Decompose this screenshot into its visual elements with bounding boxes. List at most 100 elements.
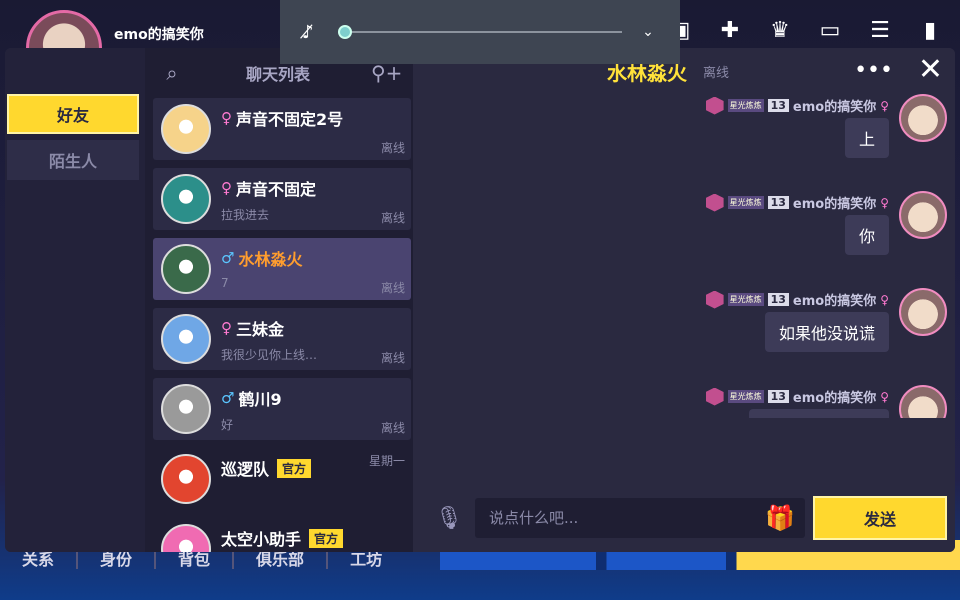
crest-icon — [705, 96, 724, 115]
friend-name-row: ♀ 声音不固定 — [221, 176, 411, 200]
message-bubble[interactable]: 你 — [844, 215, 889, 255]
friend-row[interactable]: ♂ 鹤川9 好 离线 — [153, 378, 411, 440]
sender-avatar[interactable] — [899, 385, 947, 418]
friend-name: 声音不固定 — [236, 180, 317, 199]
media-volume-bar: ♪̸ ⌄ — [280, 0, 680, 64]
official-badge: 官方 — [309, 528, 344, 548]
friend-last-message: 好 — [221, 418, 234, 432]
level-badge: 13 — [767, 390, 789, 403]
title-badge: 星光炼炼 — [727, 196, 764, 209]
friend-time: 星期一 — [368, 454, 405, 468]
message-bubble[interactable] — [749, 409, 889, 418]
add-friend-icon[interactable]: ⚲+ — [371, 61, 402, 85]
chat-message: 星光炼炼 13 emo的搞笑你 ♀ 上 — [687, 94, 947, 184]
friend-row[interactable]: 太空小助手 官方 — [153, 518, 411, 552]
gender-icon: ♀ — [880, 389, 889, 404]
chat-list: ⌕ 聊天列表 ⚲+ ♀ 声音不固定2号 离线 ♀ 声音不固定 拉我进去 离线 ♂ 水林淼火 7 离线… — [145, 48, 413, 552]
nav-club[interactable]: 俱乐部 — [234, 551, 329, 569]
friend-avatar[interactable] — [161, 244, 211, 294]
message-bubble[interactable]: 上 — [844, 118, 889, 158]
microphone-icon[interactable]: 🎙 — [429, 506, 469, 531]
volume-slider[interactable] — [338, 25, 622, 39]
sender-name: emo的搞笑你 — [792, 391, 877, 406]
gender-icon: ♂ — [221, 389, 235, 407]
sender-avatar[interactable] — [899, 191, 947, 239]
add-user-icon[interactable]: ✚ — [714, 14, 746, 46]
friend-avatar[interactable] — [161, 384, 211, 434]
nav-relationship[interactable]: 关系 — [0, 551, 79, 569]
friend-name: 太空小助手 — [221, 530, 302, 549]
crest-icon — [705, 290, 724, 309]
crest-icon — [705, 193, 724, 212]
title-badge: 星光炼炼 — [727, 99, 764, 112]
sender-meta: 星光炼炼 13 emo的搞笑你 ♀ — [705, 193, 889, 212]
sender-avatar[interactable] — [899, 94, 947, 142]
rank-icon[interactable]: ♛ — [764, 14, 796, 46]
friend-name: 巡逻队 — [221, 460, 270, 479]
friend-name: 鹤川9 — [238, 390, 282, 409]
conversation: 水林淼火 离线 ••• ✕ 星光炼炼 13 emo的搞笑你 ♀ 上星光炼炼 13 emo的搞… — [413, 48, 955, 552]
nav-identity[interactable]: 身份 — [78, 551, 157, 569]
level-badge: 13 — [767, 196, 789, 209]
gift-icon[interactable]: 🎁 — [763, 504, 797, 532]
gender-icon: ♀ — [880, 195, 889, 210]
sender-name: emo的搞笑你 — [792, 100, 877, 115]
friend-last-message: 拉我进去 — [221, 208, 270, 222]
official-badge: 官方 — [277, 458, 312, 478]
conversation-status: 离线 — [703, 65, 730, 81]
friend-status: 离线 — [380, 351, 405, 365]
tab-strangers[interactable]: 陌生人 — [7, 140, 139, 180]
friend-avatar[interactable] — [161, 314, 211, 364]
gender-icon: ♀ — [221, 109, 232, 127]
sender-avatar[interactable] — [899, 288, 947, 336]
signal-icon: ▮ — [923, 17, 937, 43]
sender-meta: 星光炼炼 13 emo的搞笑你 ♀ — [705, 387, 889, 406]
friend-status: 离线 — [380, 421, 405, 435]
friend-avatar[interactable] — [161, 524, 211, 552]
chat-panel: 好友 陌生人 ⌕ 聊天列表 ⚲+ ♀ 声音不固定2号 离线 ♀ 声音不固定 拉我进去 离线 ♂… — [5, 48, 955, 552]
chat-message: 星光炼炼 13 emo的搞笑你 ♀ 你 — [687, 191, 947, 281]
friend-avatar[interactable] — [161, 454, 211, 504]
search-icon[interactable]: ⌕ — [159, 61, 185, 85]
friend-row[interactable]: ♀ 三妹金我很少见你上线… 离线 — [153, 308, 411, 370]
send-button[interactable]: 发送 — [813, 496, 947, 540]
friend-last-message: 7 — [221, 276, 229, 290]
friend-info: 太空小助手 官方 — [221, 524, 411, 552]
chat-message: 星光炼炼 13 emo的搞笑你 ♀ — [687, 385, 947, 418]
friend-row[interactable]: ♀ 声音不固定2号 离线 — [153, 98, 411, 160]
message-composer: 🎙 🎁 发送 — [413, 496, 955, 540]
gender-icon: ♀ — [880, 292, 889, 307]
title-badge: 星光炼炼 — [727, 390, 764, 403]
sender-meta: 星光炼炼 13 emo的搞笑你 ♀ — [705, 290, 889, 309]
title-badge: 星光炼炼 — [727, 293, 764, 306]
friend-avatar[interactable] — [161, 174, 211, 224]
sender-meta: 星光炼炼 13 emo的搞笑你 ♀ — [705, 96, 889, 115]
message-input[interactable] — [475, 498, 805, 538]
friend-avatar[interactable] — [161, 104, 211, 154]
close-icon[interactable]: ✕ — [918, 52, 943, 87]
message-list[interactable]: 星光炼炼 13 emo的搞笑你 ♀ 上星光炼炼 13 emo的搞笑你 ♀ 你星光炼炼 13 emo的… — [413, 94, 955, 418]
message-bubble[interactable]: 如果他没说谎 — [764, 312, 889, 352]
gender-icon: ♀ — [880, 98, 889, 113]
friend-status: 离线 — [380, 211, 405, 225]
player-name: emo的搞笑你 — [114, 27, 204, 43]
friend-row[interactable]: ♀ 声音不固定拉我进去 离线 — [153, 168, 411, 230]
volume-slider-thumb[interactable] — [338, 25, 352, 39]
chevron-down-icon[interactable]: ⌄ — [638, 24, 658, 40]
friend-name: 三妹金 — [236, 320, 285, 339]
nav-backpack[interactable]: 背包 — [156, 551, 235, 569]
gender-icon: ♂ — [221, 249, 235, 267]
tv-icon[interactable]: ▭ — [814, 14, 846, 46]
mute-icon[interactable]: ♪̸ — [302, 22, 322, 43]
friend-name-row: ♀ 三妹金 — [221, 316, 411, 340]
friend-row[interactable]: 巡逻队 官方 星期一 — [153, 448, 411, 510]
menu-icon[interactable]: ☰ — [864, 14, 896, 46]
friend-last-message: 我很少见你上线… — [221, 348, 318, 362]
more-icon[interactable]: ••• — [854, 58, 893, 83]
sender-name: emo的搞笑你 — [792, 294, 877, 309]
gender-icon: ♀ — [221, 179, 232, 197]
friend-row[interactable]: ♂ 水林淼火 7 离线 — [153, 238, 411, 300]
nav-workshop[interactable]: 工坊 — [328, 551, 404, 569]
tab-friends[interactable]: 好友 — [7, 94, 139, 134]
chat-list-title: 聊天列表 — [245, 65, 310, 84]
